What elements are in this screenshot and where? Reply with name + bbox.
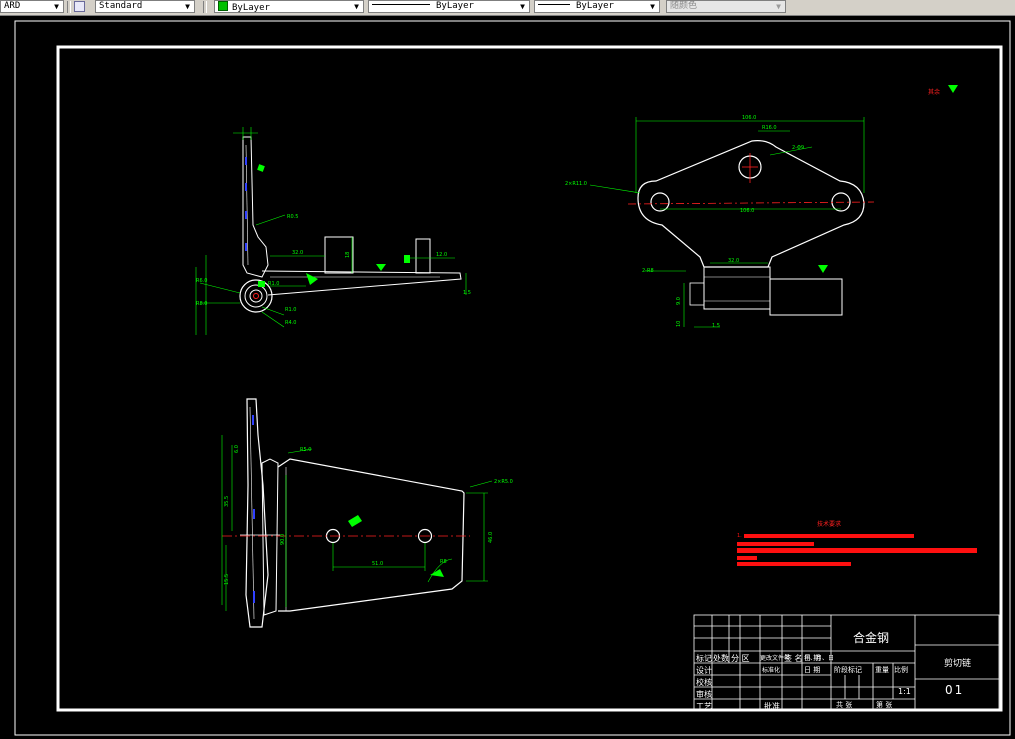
svg-text:18: 18	[345, 252, 351, 258]
svg-text:2×R5.0: 2×R5.0	[494, 479, 513, 485]
tb-header-zone: 分 区	[731, 654, 750, 663]
svg-text:10: 10	[676, 321, 682, 327]
svg-text:1.: 1.	[737, 533, 742, 539]
svg-text:R8: R8	[440, 559, 447, 565]
top-view: 6.0 35.5 15.5 90.0 R5.0 51.0 46.0 2×R5.0…	[221, 398, 513, 628]
text-style-icon[interactable]	[74, 1, 85, 12]
lineweight-value: ByLayer	[576, 1, 614, 11]
svg-text:32.0: 32.0	[292, 250, 303, 256]
chevron-down-icon[interactable]: ▼	[182, 1, 193, 12]
tb-row-design: 设计	[696, 666, 712, 675]
linetype-combo[interactable]: ByLayer ▼	[368, 0, 530, 13]
svg-text:R8.0: R8.0	[196, 301, 207, 307]
color-swatch-icon	[218, 1, 228, 11]
lineweight-combo[interactable]: ByLayer ▼	[534, 0, 660, 13]
tb-header-count: 处数	[713, 654, 729, 663]
properties-toolbar: ARD ▼ Standard ▼ ByLayer ▼ ByLayer ▼ ByL…	[0, 0, 1015, 16]
tb-weight: 重量	[875, 666, 889, 674]
linetype-value: ByLayer	[436, 1, 474, 11]
tb-row-review: 审核	[696, 690, 712, 699]
svg-text:R1.0: R1.0	[268, 281, 279, 287]
chevron-down-icon[interactable]: ▼	[517, 1, 528, 12]
plot-style-value: 随颜色	[670, 1, 698, 11]
side-view: R0.5 32.0 18 12.0 1.5 R6.0 R8.0 R1.0 R4.…	[195, 127, 471, 335]
linetype-scale-value: ARD	[4, 1, 21, 11]
svg-text:2-R8: 2-R8	[642, 268, 654, 274]
tb-header-signature: 签 名	[784, 654, 803, 663]
svg-text:2-Φ9: 2-Φ9	[792, 145, 804, 151]
material-label: 合金钢	[853, 631, 890, 645]
svg-text:6.0: 6.0	[234, 445, 240, 453]
svg-text:51.0: 51.0	[372, 561, 383, 567]
tb-date-label-2: 日 期	[804, 666, 821, 674]
svg-text:15.5: 15.5	[224, 574, 230, 585]
tb-stage-mark: 阶段标记	[834, 666, 862, 674]
part-name-label: 剪切链	[944, 659, 972, 669]
roughness-icon	[948, 85, 958, 93]
tb-header-mark: 标记	[696, 654, 712, 663]
tb-row-process: 工艺	[696, 702, 712, 711]
lineweight-preview-icon	[538, 4, 570, 5]
linetype-scale-combo[interactable]: ARD ▼	[0, 0, 64, 13]
svg-text:2×R11.0: 2×R11.0	[565, 181, 587, 187]
layer-color-value: ByLayer	[232, 3, 270, 13]
chevron-down-icon[interactable]: ▼	[647, 1, 658, 12]
tech-requirements-bars	[737, 534, 977, 566]
chevron-down-icon: ▼	[776, 2, 781, 11]
linetype-preview-icon	[372, 4, 430, 5]
svg-text:12.0: 12.0	[436, 252, 447, 258]
svg-text:46.0: 46.0	[488, 532, 494, 543]
text-style-value: Standard	[99, 1, 143, 11]
svg-text:32.0: 32.0	[728, 258, 739, 264]
svg-text:1.5: 1.5	[463, 290, 471, 296]
tb-row-approve: 批准	[764, 702, 780, 711]
svg-text:106.0: 106.0	[742, 115, 756, 121]
svg-text:R5.0: R5.0	[300, 447, 311, 453]
tb-row-standardize: 标准化	[762, 667, 781, 674]
svg-text:90.0: 90.0	[280, 534, 286, 545]
tb-row-check: 校核	[696, 678, 712, 687]
toolbar-separator	[203, 1, 207, 13]
svg-text:R6.0: R6.0	[196, 278, 207, 284]
svg-text:R0.5: R0.5	[287, 214, 298, 220]
tb-sheets-total: 共 张	[836, 701, 853, 709]
text-style-combo[interactable]: Standard ▼	[95, 0, 195, 13]
svg-text:R4.0: R4.0	[285, 320, 296, 326]
tb-scale-value: 1:1	[898, 687, 911, 696]
plot-style-combo[interactable]: 随颜色 ▼	[666, 0, 786, 13]
svg-text:R16.0: R16.0	[762, 125, 777, 131]
layer-color-combo[interactable]: ByLayer ▼	[214, 0, 364, 13]
drawing-number-label: 01	[945, 683, 965, 697]
svg-text:1.5: 1.5	[712, 323, 720, 329]
toolbar-separator	[67, 1, 71, 13]
tb-sheet-no: 第 张	[876, 701, 893, 709]
roughness-note: 其余	[928, 89, 941, 96]
outer-frame	[14, 20, 1011, 736]
chevron-down-icon[interactable]: ▼	[51, 1, 62, 12]
svg-text:35.5: 35.5	[224, 496, 230, 507]
tb-scale-label: 比例	[894, 666, 908, 674]
svg-text:106.0: 106.0	[740, 208, 754, 214]
svg-text:9.0: 9.0	[676, 297, 682, 305]
drawing-border	[56, 45, 1003, 712]
front-view: 106.0 R16.0 2-Φ9 2×R11.0 106.0 2-R8 32.0…	[565, 115, 875, 329]
svg-text:R1.0: R1.0	[285, 307, 296, 313]
drawing-canvas[interactable]: R0.5 32.0 18 12.0 1.5 R6.0 R8.0 R1.0 R4.…	[0, 15, 1015, 739]
tb-date-label-1: 日 期	[804, 654, 821, 662]
tech-requirements-heading: 技术要求	[817, 521, 842, 528]
chevron-down-icon[interactable]: ▼	[351, 1, 362, 12]
